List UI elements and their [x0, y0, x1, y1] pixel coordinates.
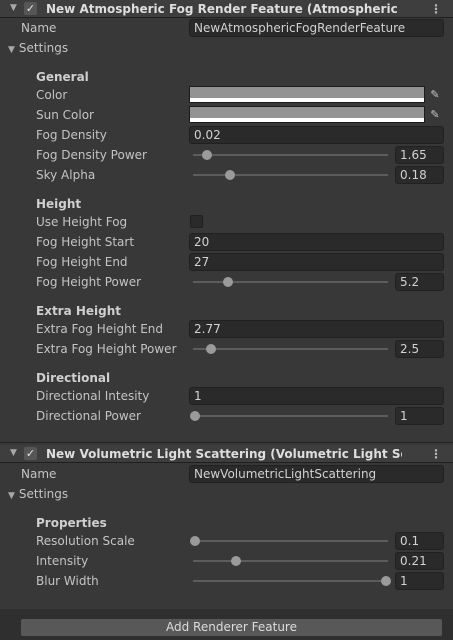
fog-color-field[interactable] — [189, 86, 425, 103]
fog-density-label: Fog Density — [36, 128, 107, 142]
light-intensity-label: Intensity — [36, 554, 89, 568]
fog-use-height-fog-checkbox[interactable] — [190, 215, 203, 228]
fog-directional-power-field[interactable]: 1 — [395, 407, 444, 425]
fog-general-heading: General — [36, 70, 89, 84]
fog-height-heading: Height — [36, 197, 82, 211]
light-name-label: Name — [21, 467, 57, 481]
light-intensity-slider-thumb[interactable] — [230, 556, 241, 566]
light-blur-width-label: Blur Width — [36, 574, 99, 588]
fog-name-field[interactable]: NewAtmosphericFogRenderFeature — [189, 19, 444, 37]
fog-settings-foldout-icon: ▼ — [8, 45, 15, 55]
light-feature-title: New Volumetric Light Scattering (Volumet… — [46, 447, 402, 461]
fog-name-label: Name — [21, 21, 57, 35]
fog-height-start-field[interactable]: 20 — [189, 233, 444, 251]
fog-extra-height-power-slider-track[interactable] — [193, 348, 388, 350]
feature-divider — [0, 442, 453, 443]
light-settings-label: Settings — [18, 487, 69, 501]
fog-extra-height-end-field[interactable]: 2.77 — [189, 320, 444, 338]
fog-height-end-label: Fog Height End — [36, 255, 128, 269]
fog-density-field[interactable]: 0.02 — [189, 126, 444, 144]
eyedropper-icon[interactable]: ✎ — [426, 86, 444, 103]
fog-enabled-checkbox[interactable]: ✓ — [24, 2, 37, 15]
light-properties-heading: Properties — [36, 516, 107, 530]
light-settings-foldout[interactable]: ▼ Settings — [8, 485, 68, 503]
fog-feature-title: New Atmospheric Fog Render Feature (Atmo… — [46, 2, 402, 16]
fog-directional-intensity-field[interactable]: 1 — [189, 387, 444, 405]
fog-sky-alpha-label: Sky Alpha — [36, 168, 96, 182]
fog-foldout-arrow-icon[interactable]: ▼ — [10, 3, 17, 13]
light-resolution-scale-slider-thumb[interactable] — [190, 536, 200, 546]
light-resolution-scale-label: Resolution Scale — [36, 534, 135, 548]
fog-extra-height-power-slider-thumb[interactable] — [205, 344, 216, 354]
fog-color-label: Color — [36, 88, 68, 102]
fog-density-power-field[interactable]: 1.65 — [395, 146, 444, 164]
fog-sky-alpha-field[interactable]: 0.18 — [395, 166, 444, 184]
fog-directional-power-slider-thumb[interactable] — [190, 411, 200, 421]
light-blur-width-slider-thumb[interactable] — [381, 576, 392, 586]
fog-sun-color-label: Sun Color — [36, 108, 94, 122]
fog-extra-height-heading: Extra Height — [36, 304, 122, 318]
eyedropper-icon[interactable]: ✎ — [426, 106, 444, 123]
fog-directional-intensity-label: Directional Intesity — [36, 389, 150, 403]
fog-density-power-slider-track[interactable] — [193, 154, 388, 156]
light-intensity-slider-track[interactable] — [193, 560, 388, 562]
fog-extra-height-end-label: Extra Fog Height End — [36, 322, 164, 336]
fog-settings-foldout[interactable]: ▼ Settings — [8, 39, 68, 57]
fog-height-power-slider-thumb[interactable] — [223, 277, 234, 287]
fog-height-power-label: Fog Height Power — [36, 275, 142, 289]
fog-density-power-slider-thumb[interactable] — [201, 150, 212, 160]
fog-use-height-fog-label: Use Height Fog — [36, 215, 128, 229]
light-name-field[interactable]: NewVolumetricLightScattering — [189, 465, 444, 483]
fog-color-swatch — [190, 87, 424, 98]
fog-kebab-menu-icon[interactable]: ⋮ — [430, 0, 442, 18]
light-blur-width-field[interactable]: 1 — [395, 572, 444, 590]
fog-sun-color-field[interactable] — [189, 106, 425, 123]
light-feature-header[interactable]: ▼ ✓ New Volumetric Light Scattering (Vol… — [0, 445, 453, 463]
fog-sky-alpha-slider-thumb[interactable] — [225, 170, 236, 180]
fog-extra-height-power-field[interactable]: 2.5 — [395, 340, 444, 358]
fog-sun-color-swatch — [190, 107, 424, 118]
light-blur-width-slider-track[interactable] — [193, 580, 388, 582]
light-settings-foldout-icon: ▼ — [8, 491, 15, 501]
light-intensity-field[interactable]: 0.21 — [395, 552, 444, 570]
light-resolution-scale-slider-track[interactable] — [193, 540, 388, 542]
fog-extra-height-power-label: Extra Fog Height Power — [36, 342, 177, 356]
fog-sky-alpha-slider-track[interactable] — [193, 174, 388, 176]
fog-height-power-field[interactable]: 5.2 — [395, 273, 444, 291]
fog-feature-header[interactable]: ▼ ✓ New Atmospheric Fog Render Feature (… — [0, 0, 453, 18]
light-resolution-scale-field[interactable]: 0.1 — [395, 532, 444, 550]
light-enabled-checkbox[interactable]: ✓ — [24, 447, 37, 460]
light-kebab-menu-icon[interactable]: ⋮ — [430, 445, 442, 463]
fog-height-start-label: Fog Height Start — [36, 235, 135, 249]
light-foldout-arrow-icon[interactable]: ▼ — [10, 448, 17, 458]
fog-sun-color-alpha-bar — [190, 118, 424, 122]
fog-color-alpha-bar — [190, 98, 424, 102]
fog-settings-label: Settings — [18, 41, 69, 55]
fog-height-end-field[interactable]: 27 — [189, 253, 444, 271]
fog-directional-power-label: Directional Power — [36, 409, 141, 423]
add-renderer-feature-button[interactable]: Add Renderer Feature — [20, 618, 443, 637]
fog-density-power-label: Fog Density Power — [36, 148, 147, 162]
fog-directional-heading: Directional — [36, 371, 111, 385]
fog-directional-power-slider-track[interactable] — [193, 415, 388, 417]
